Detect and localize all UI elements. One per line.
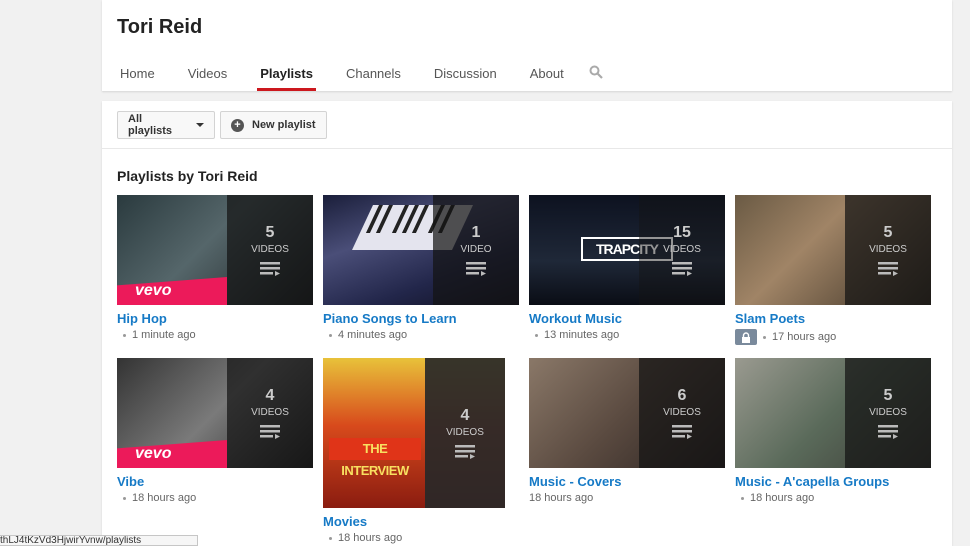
playlist-lines-icon [878,425,898,439]
video-count: 15 [673,224,691,241]
playlist-card: THE INTERVIEW 4 VIDEOS Movies 18 hours a… [323,358,505,544]
video-count-overlay: 1 VIDEO [433,195,519,305]
playlist-lines-icon [878,262,898,276]
playlist-updated: 13 minutes ago [544,329,620,341]
playlist-thumbnail[interactable]: 5 VIDEOS [735,358,931,468]
playlist-updated: 18 hours ago [132,492,197,504]
playlist-meta: 4 minutes ago [323,329,519,341]
vevo-logo: vevo [117,277,227,305]
new-playlist-label: New playlist [252,119,316,131]
tab-playlists[interactable]: Playlists [257,55,316,91]
video-count-overlay: 4 VIDEOS [425,358,505,508]
video-count: 1 [471,224,481,241]
tab-discussion[interactable]: Discussion [434,55,497,91]
playlist-meta: 17 hours ago [735,329,931,345]
playlist-updated: 1 minute ago [132,329,196,341]
playlist-card: 6 VIDEOS Music - Covers 18 hours ago [529,358,725,504]
video-count-unit: VIDEOS [869,407,907,418]
channel-title: Tori Reid [117,16,203,38]
playlist-meta: 18 hours ago [735,492,931,504]
video-count-unit: VIDEOS [251,244,289,255]
section-title: Playlists by Tori Reid [117,168,258,184]
playlist-title[interactable]: Hip Hop [117,311,313,326]
playlist-card: 5 VIDEOS Music - A'capella Groups 18 hou… [735,358,931,504]
playlist-title[interactable]: Music - A'capella Groups [735,474,931,489]
lock-icon [735,329,757,345]
playlist-thumbnail[interactable]: TRAPCITY 15 VIDEOS [529,195,725,305]
playlist-title[interactable]: Music - Covers [529,474,725,489]
video-count: 5 [883,387,893,404]
video-count: 4 [460,407,470,424]
all-playlists-label: All playlists [128,113,173,137]
video-count-overlay: 15 VIDEOS [639,195,725,305]
status-bar-url: thLJ4tKzVd3HjwirYvnw/playlists [0,535,198,546]
search-icon[interactable] [589,55,619,91]
video-count-unit: VIDEOS [663,407,701,418]
playlist-thumbnail[interactable]: vevo 5 VIDEOS [117,195,313,305]
playlist-lines-icon [672,262,692,276]
video-count-overlay: 5 VIDEOS [845,358,931,468]
tab-about[interactable]: About [530,55,564,91]
playlist-title[interactable]: Slam Poets [735,311,931,326]
video-count-unit: VIDEOS [446,427,484,438]
playlist-meta: 1 minute ago [117,329,313,341]
playlist-lines-icon [672,425,692,439]
playlist-title[interactable]: Workout Music [529,311,725,326]
video-count-unit: VIDEOS [663,244,701,255]
playlist-title[interactable]: Vibe [117,474,313,489]
movie-poster-title: THE INTERVIEW [329,438,421,478]
video-count-overlay: 5 VIDEOS [227,195,313,305]
playlist-updated: 18 hours ago [338,532,403,544]
playlist-card: TRAPCITY 15 VIDEOS Workout Music 13 minu… [529,195,725,341]
vevo-logo: vevo [117,440,227,468]
playlist-lines-icon [455,445,475,459]
playlist-meta: 18 hours ago [117,492,313,504]
playlist-thumbnail[interactable]: THE INTERVIEW 4 VIDEOS [323,358,505,508]
playlist-meta: 18 hours ago [529,492,725,504]
playlists-panel: All playlists + New playlist Playlists b… [102,101,952,546]
plus-icon: + [231,118,244,132]
playlist-title[interactable]: Movies [323,514,505,529]
video-count: 5 [265,224,275,241]
playlist-meta: 18 hours ago [323,532,505,544]
tab-videos[interactable]: Videos [188,55,228,91]
chevron-down-icon [196,123,204,127]
playlist-updated: 4 minutes ago [338,329,408,341]
playlist-card: 1 VIDEO Piano Songs to Learn 4 minutes a… [323,195,519,341]
new-playlist-button[interactable]: + New playlist [220,111,327,139]
playlist-updated: 18 hours ago [529,492,594,504]
playlist-updated: 18 hours ago [750,492,815,504]
playlists-toolbar: All playlists + New playlist [102,101,952,149]
video-count: 6 [677,387,687,404]
channel-tabs: Home Videos Playlists Channels Discussio… [102,55,619,91]
playlist-thumbnail[interactable]: 5 VIDEOS [735,195,931,305]
video-count-unit: VIDEOS [869,244,907,255]
playlist-thumbnail[interactable]: vevo 4 VIDEOS [117,358,313,468]
video-count: 5 [883,224,893,241]
playlist-lines-icon [260,262,280,276]
video-count-unit: VIDEOS [251,407,289,418]
playlist-updated: 17 hours ago [772,331,837,343]
playlist-card: vevo 4 VIDEOS Vibe 18 hours ago [117,358,313,504]
playlist-card: 5 VIDEOS Slam Poets 17 hours ago [735,195,931,345]
playlist-meta: 13 minutes ago [529,329,725,341]
video-count: 4 [265,387,275,404]
all-playlists-dropdown[interactable]: All playlists [117,111,215,139]
tab-channels[interactable]: Channels [346,55,401,91]
video-count-overlay: 5 VIDEOS [845,195,931,305]
video-count-overlay: 4 VIDEOS [227,358,313,468]
playlist-lines-icon [466,262,486,276]
tab-home[interactable]: Home [120,55,155,91]
channel-header: Tori Reid Home Videos Playlists Channels… [102,0,952,91]
playlist-thumbnail[interactable]: 6 VIDEOS [529,358,725,468]
video-count-overlay: 6 VIDEOS [639,358,725,468]
playlist-lines-icon [260,425,280,439]
playlist-card: vevo 5 VIDEOS Hip Hop 1 minute ago [117,195,313,341]
video-count-unit: VIDEO [460,244,492,255]
playlist-thumbnail[interactable]: 1 VIDEO [323,195,519,305]
playlist-title[interactable]: Piano Songs to Learn [323,311,519,326]
